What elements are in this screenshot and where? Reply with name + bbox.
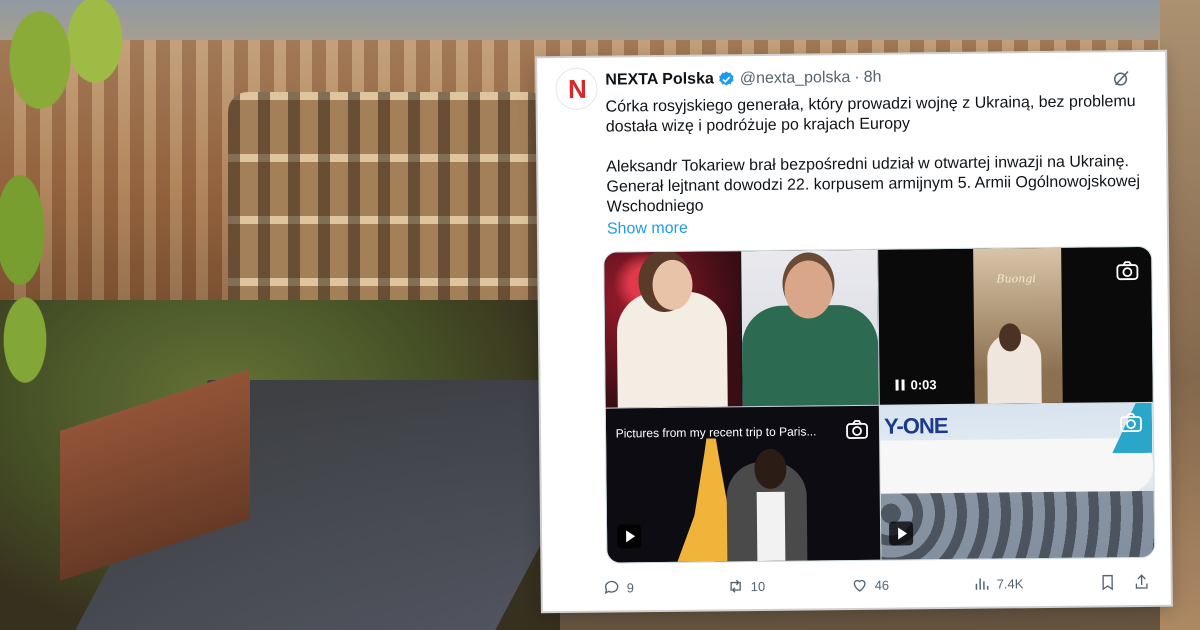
camera-icon [1120,413,1142,433]
share-button[interactable] [1133,573,1151,591]
repost-count: 10 [750,578,766,594]
separator-dot: · [854,68,860,86]
share-icon [1135,574,1148,589]
passengers [880,490,1155,560]
tweet-paragraph-2: Aleksandr Tokariew brał bezpośredni udzi… [606,153,1141,216]
bookmark-icon [1102,574,1113,591]
views-count: 7.4K [996,575,1024,592]
tweet-paragraph-1: Córka rosyjskiego generała, który prowad… [605,93,1136,136]
camera-icon [846,420,868,439]
general-in-uniform [741,304,879,407]
media-video[interactable]: Buongi 0:03 [878,246,1153,405]
play-icon[interactable] [617,524,642,549]
video-duration: 0:03 [895,377,937,392]
airplane [880,437,1154,496]
views-chart-icon [975,578,989,590]
tweet-card[interactable]: N NEXTA Polska @nexta_polska · 8h Córka … [537,51,1171,612]
like-count: 46 [874,577,890,593]
photo-caption: Pictures from my recent trip to Paris... [615,424,817,441]
show-more-link[interactable]: Show more [607,219,688,240]
camera-icon [1116,261,1139,281]
tweet-header: NEXTA Polska @nexta_polska · 8h [605,67,881,92]
reply-button[interactable]: 9 [603,578,634,596]
media-photo-3[interactable]: Y-ONE [879,402,1155,560]
grok-icon[interactable] [1111,68,1131,88]
airplane-livery-text: Y-ONE [883,413,948,439]
media-photo-2[interactable]: Pictures from my recent trip to Paris... [605,405,881,563]
pause-icon[interactable] [895,379,905,391]
display-name[interactable]: NEXTA Polska [605,70,714,89]
action-bar: 9 10 46 7.4K [603,570,1148,600]
play-icon[interactable] [888,521,914,546]
views-button[interactable]: 7.4K [973,574,1024,593]
avatar[interactable]: N [555,67,598,111]
repost-button[interactable]: 10 [727,577,766,595]
media-grid: Buongi 0:03 Pictures from my recent trip… [603,245,1156,564]
nexta-logo-icon: N [567,73,585,104]
bookmark-button[interactable] [1099,573,1117,591]
reply-count: 9 [626,579,634,595]
reply-icon [604,580,619,595]
verified-badge-icon [719,71,735,86]
handle[interactable]: @nexta_polska [740,69,851,88]
tweet-text: Córka rosyjskiego generała, który prowad… [606,92,1147,240]
heart-icon [853,579,866,592]
timestamp[interactable]: 8h [864,69,882,87]
media-photo-1[interactable] [604,249,879,408]
video-overlay-text: Buongi [996,272,1036,286]
like-button[interactable]: 46 [851,576,890,594]
repost-icon [730,579,741,593]
